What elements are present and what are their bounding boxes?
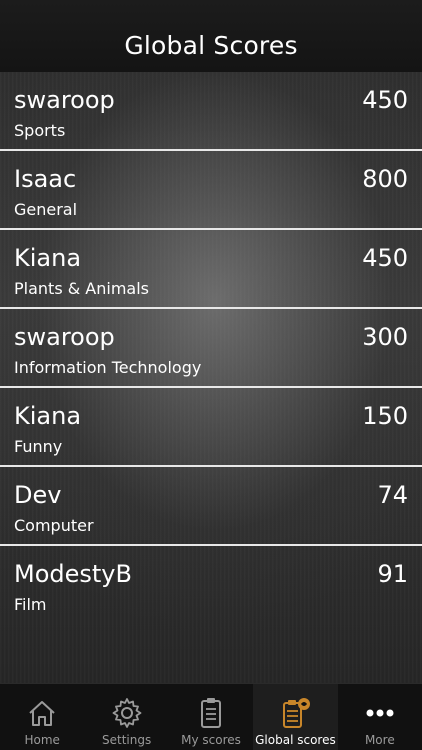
tab-settings[interactable]: Settings [84,684,168,750]
score-value: 150 [362,402,408,430]
score-value: 800 [362,165,408,193]
category-label: Film [14,595,47,614]
score-value: 74 [377,481,408,509]
player-name: Kiana [14,244,82,272]
score-row[interactable]: Kiana Plants & Animals 450 [0,230,422,309]
nav-header: Global Scores [0,0,422,72]
tab-bar: Home Settings My scores Global scores Mo… [0,683,422,750]
tab-more[interactable]: More [338,684,422,750]
tab-label: Global scores [255,733,336,747]
score-value: 450 [362,244,408,272]
tab-home[interactable]: Home [0,684,84,750]
gear-icon [112,698,142,728]
score-row[interactable]: Kiana Funny 150 [0,388,422,467]
player-name: swaroop [14,86,115,114]
score-value: 300 [362,323,408,351]
global-scores-icon [283,698,311,728]
score-row[interactable]: ModestyB Film 91 [0,546,422,623]
tab-my-scores[interactable]: My scores [169,684,253,750]
player-name: Kiana [14,402,82,430]
score-row[interactable]: Dev Computer 74 [0,467,422,546]
score-value: 91 [377,560,408,588]
page-title: Global Scores [124,31,298,60]
category-label: Funny [14,437,63,456]
score-row[interactable]: Isaac General 800 [0,151,422,230]
player-name: ModestyB [14,560,132,588]
score-value: 450 [362,86,408,114]
player-name: Isaac [14,165,77,193]
tab-global-scores[interactable]: Global scores [253,684,338,750]
tab-label: More [364,733,395,747]
category-label: General [14,200,78,219]
more-dots-icon [366,709,394,717]
score-row[interactable]: swaroop Sports 450 [0,72,422,151]
player-name: swaroop [14,323,115,351]
clipboard-icon [201,698,222,728]
home-icon [29,701,55,726]
category-label: Plants & Animals [14,279,149,298]
scores-list: swaroop Sports 450 Isaac General 800 Kia… [0,72,422,623]
category-label: Computer [14,516,94,535]
tab-label: Settings [102,733,152,747]
tab-label: My scores [181,733,241,747]
category-label: Information Technology [14,358,202,377]
category-label: Sports [14,121,66,140]
score-row[interactable]: swaroop Information Technology 300 [0,309,422,388]
player-name: Dev [14,481,62,509]
tab-label: Home [24,733,60,747]
